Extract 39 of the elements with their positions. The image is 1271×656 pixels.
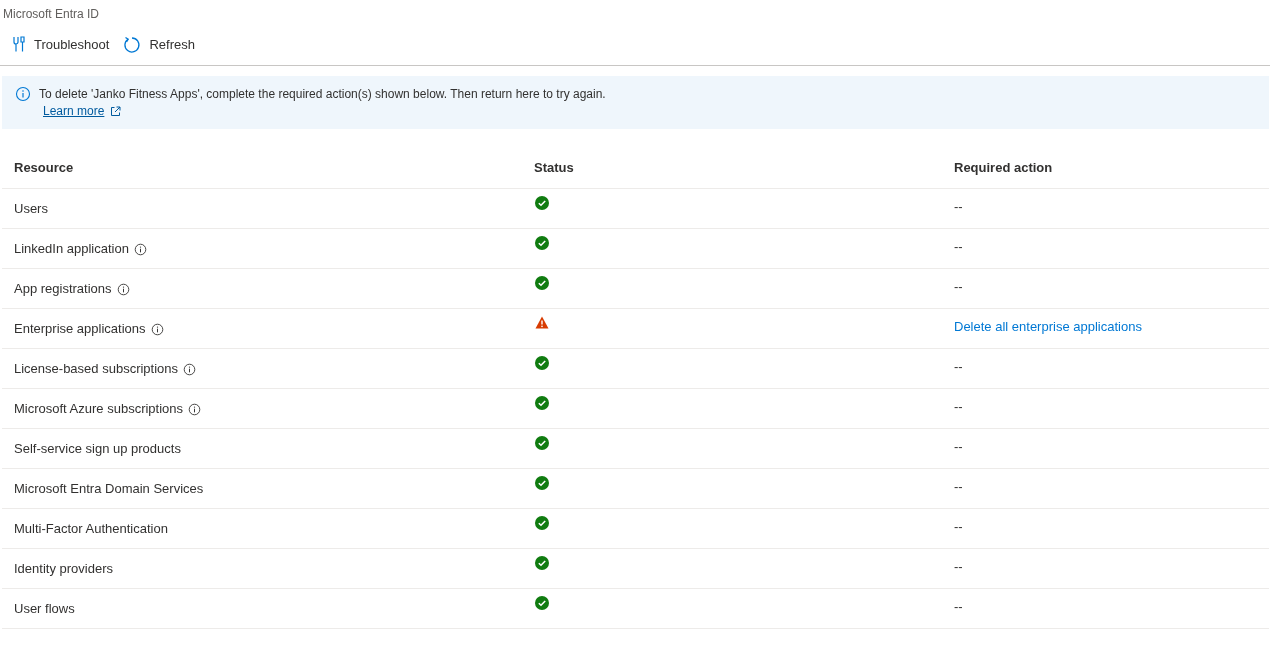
info-icon [15, 86, 31, 102]
required-action-text: -- [954, 479, 963, 494]
resource-name: License-based subscriptions [14, 360, 179, 379]
resource-name: User flows [14, 600, 75, 619]
resource-name: Microsoft Entra Domain Services [14, 480, 204, 499]
resource-name: Self-service sign up products [14, 440, 181, 459]
refresh-icon [123, 35, 142, 54]
info-icon [133, 242, 147, 256]
resource-name: Multi-Factor Authentication [14, 520, 168, 539]
required-action-text: -- [954, 519, 963, 534]
resource-name: Enterprise applications [14, 320, 146, 339]
resource-name: Users [14, 200, 48, 219]
page-subtitle: Microsoft Entra ID [3, 7, 100, 21]
resource-name: LinkedIn application [14, 240, 129, 259]
resource-name: Microsoft Azure subscriptions [14, 400, 184, 419]
required-action-text: -- [954, 439, 963, 454]
required-action-link[interactable]: Delete all enterprise applications [954, 319, 1142, 334]
info-icon [188, 402, 202, 416]
toolbar-button[interactable]: Refresh [123, 34, 195, 55]
column-header: Required action [954, 158, 1053, 177]
required-action-text: -- [954, 199, 963, 214]
info-icon [183, 362, 197, 376]
column-header: Resource [14, 158, 74, 177]
learn-more-link[interactable]: Learn more [43, 103, 122, 120]
required-action-text: -- [954, 279, 963, 294]
banner-message: To delete 'Janko Fitness Apps', complete the required action(s) shown below. Then return here to try again. [39, 86, 606, 103]
tools-icon [12, 36, 26, 53]
resource-name: App registrations [14, 280, 112, 299]
required-action-text: -- [954, 399, 963, 414]
required-action-text: -- [954, 599, 963, 614]
info-icon [116, 282, 130, 296]
required-action-text: -- [954, 359, 963, 374]
toolbar-button[interactable]: Troubleshoot [12, 34, 110, 55]
resource-name: Identity providers [14, 560, 113, 579]
external-link-icon [110, 106, 122, 117]
column-header: Status [534, 158, 574, 177]
required-action-text: -- [954, 239, 963, 254]
required-action-text: -- [954, 559, 963, 574]
info-icon [150, 322, 164, 336]
